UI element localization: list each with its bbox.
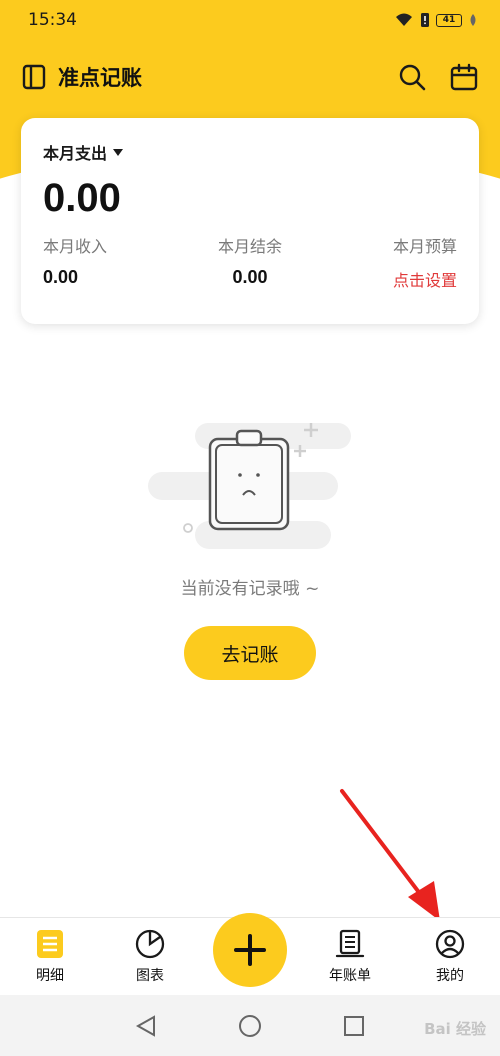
wifi-icon (396, 13, 412, 26)
income-value: 0.00 (43, 267, 79, 287)
tab-annual-bill[interactable]: 年账单 (300, 918, 400, 995)
bill-icon (335, 929, 365, 957)
go-record-button[interactable]: 去记账 (184, 626, 316, 680)
tab-details[interactable]: 明细 (0, 918, 100, 995)
status-time: 15:34 (28, 10, 77, 30)
status-bar: 15:34 41 (0, 0, 500, 40)
search-icon[interactable] (398, 63, 426, 91)
back-icon[interactable] (134, 1014, 158, 1038)
balance-label: 本月结余 (217, 237, 282, 256)
budget-set-link[interactable]: 点击设置 (393, 267, 457, 291)
tab-label-details: 明细 (36, 967, 64, 984)
tab-profile[interactable]: 我的 (400, 918, 500, 995)
red-arrow-annotation (340, 789, 440, 921)
tab-label-profile: 我的 (436, 967, 464, 984)
budget-label: 本月预算 (392, 237, 457, 256)
status-icons: 41 (394, 12, 478, 28)
balance-stat: 本月结余 0.00 (218, 233, 282, 291)
add-record-button[interactable] (213, 913, 287, 987)
tab-label-charts: 图表 (136, 967, 164, 984)
plus-icon (234, 934, 266, 966)
pie-chart-icon (135, 929, 165, 958)
expense-total: 0.00 (43, 176, 121, 220)
list-icon (37, 929, 63, 958)
app-header: 准点记账 (0, 52, 500, 102)
battery-icon: 41 (436, 13, 462, 27)
income-label: 本月收入 (43, 237, 108, 256)
caret-down-icon (113, 148, 124, 156)
book-icon[interactable] (22, 64, 46, 90)
tab-label-annual-bill: 年账单 (329, 967, 371, 984)
summary-card: 本月支出 0.00 本月收入 0.00 本月结余 0.00 本月预算 点击设置 (21, 118, 479, 324)
leaf-icon (470, 14, 476, 26)
alert-icon (421, 13, 429, 27)
income-stat: 本月收入 0.00 (43, 233, 107, 291)
tab-charts[interactable]: 图表 (100, 918, 200, 995)
recents-icon[interactable] (342, 1014, 366, 1038)
app-title: 准点记账 (58, 66, 142, 90)
calendar-icon[interactable] (450, 63, 478, 91)
balance-value: 0.00 (232, 267, 268, 287)
stats-row: 本月收入 0.00 本月结余 0.00 本月预算 点击设置 (43, 233, 457, 291)
budget-stat: 本月预算 点击设置 (393, 233, 457, 291)
home-icon[interactable] (238, 1014, 262, 1038)
empty-message: 当前没有记录哦 ~ (180, 579, 320, 599)
month-selector[interactable]: 本月支出 (43, 140, 457, 164)
month-selector-label: 本月支出 (43, 144, 108, 163)
watermark: Bai 经验 (424, 1020, 486, 1038)
empty-clipboard-illustration (148, 423, 351, 549)
profile-icon (435, 929, 465, 958)
